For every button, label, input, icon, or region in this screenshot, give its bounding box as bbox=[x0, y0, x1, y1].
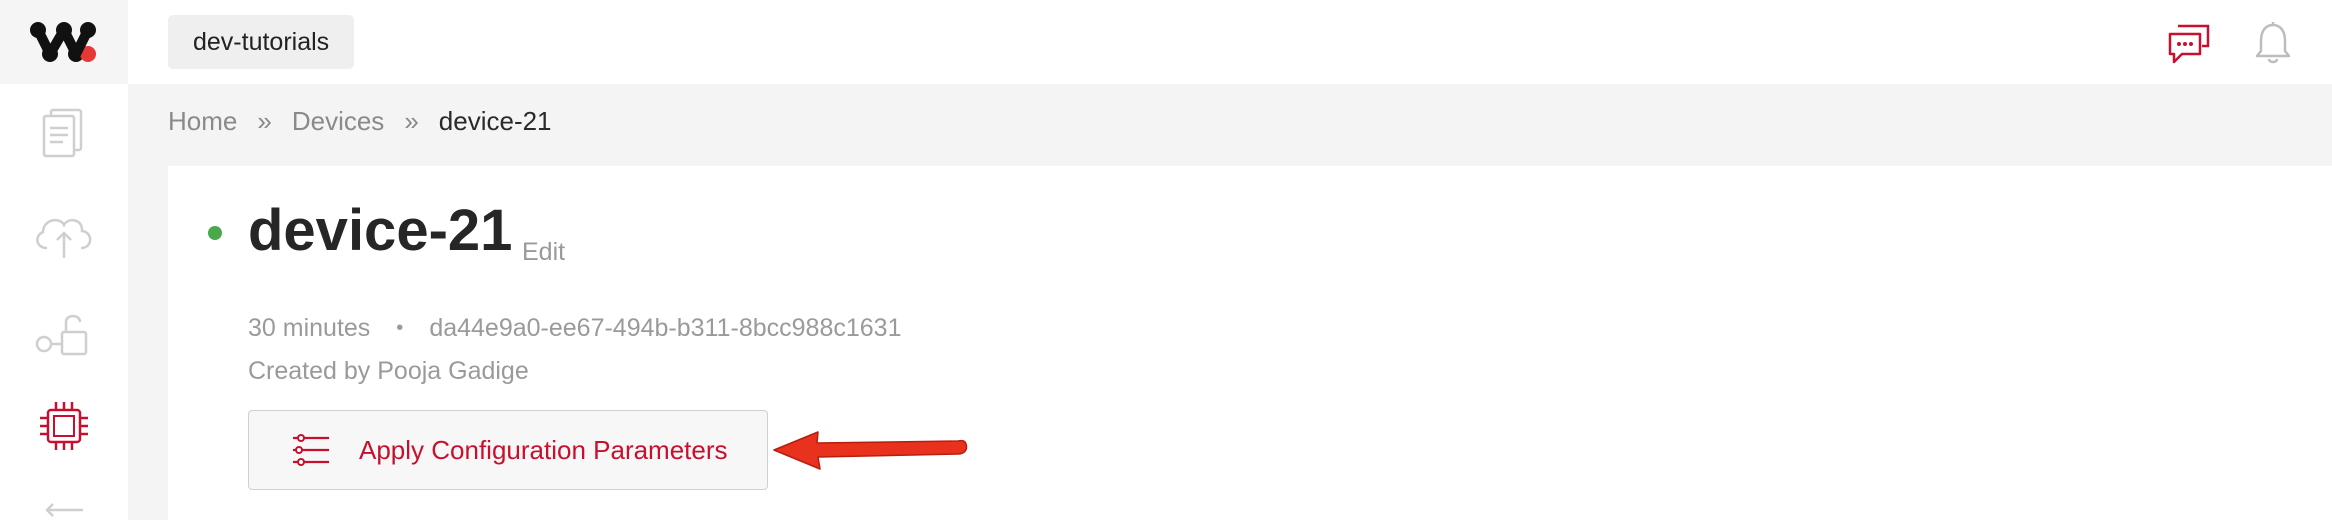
breadcrumb-devices[interactable]: Devices bbox=[292, 106, 384, 137]
sidebar-item-documents[interactable] bbox=[28, 100, 100, 164]
chip-icon bbox=[40, 402, 88, 450]
sidebar-item-devices[interactable] bbox=[28, 394, 100, 458]
apply-configuration-button[interactable]: Apply Configuration Parameters bbox=[248, 410, 768, 490]
notifications-button[interactable] bbox=[2248, 18, 2298, 68]
edit-name-link[interactable]: Edit bbox=[522, 238, 565, 267]
clipboard-icon bbox=[42, 108, 83, 158]
sidebar-item-back[interactable] bbox=[28, 484, 100, 520]
sidebar-item-upload[interactable] bbox=[28, 202, 100, 266]
logo-icon bbox=[30, 22, 96, 62]
device-meta: 30 minutes • da44e9a0-ee67-494b-b311-8bc… bbox=[248, 314, 901, 343]
bell-icon bbox=[2255, 22, 2291, 64]
top-bar: dev-tutorials bbox=[128, 0, 2332, 84]
apply-configuration-label: Apply Configuration Parameters bbox=[359, 434, 728, 465]
sidebar-item-access[interactable] bbox=[28, 300, 100, 364]
arrow-left-icon bbox=[45, 503, 83, 517]
sliders-icon bbox=[293, 434, 329, 466]
breadcrumb-separator: » bbox=[257, 106, 272, 136]
sidebar bbox=[0, 0, 128, 520]
project-selector[interactable]: dev-tutorials bbox=[168, 15, 355, 69]
status-indicator bbox=[208, 226, 222, 240]
page-title: device-21 bbox=[248, 198, 513, 263]
device-uuid: da44e9a0-ee67-494b-b311-8bcc988c1631 bbox=[429, 314, 902, 342]
chat-icon bbox=[2168, 24, 2210, 64]
breadcrumb-home[interactable]: Home bbox=[168, 106, 237, 137]
meta-separator: • bbox=[396, 317, 404, 339]
breadcrumb-current: device-21 bbox=[438, 106, 552, 136]
app-logo[interactable] bbox=[0, 0, 128, 84]
chat-button[interactable] bbox=[2164, 18, 2214, 68]
created-by: Created by Pooja Gadige bbox=[248, 357, 529, 385]
cloud-upload-icon bbox=[36, 218, 92, 258]
key-unlock-icon bbox=[35, 314, 88, 356]
device-age: 30 minutes bbox=[248, 314, 371, 342]
breadcrumb: Home » Devices » device-21 bbox=[168, 106, 552, 137]
annotation-arrow-icon bbox=[773, 431, 968, 470]
breadcrumb-separator: » bbox=[404, 106, 419, 136]
